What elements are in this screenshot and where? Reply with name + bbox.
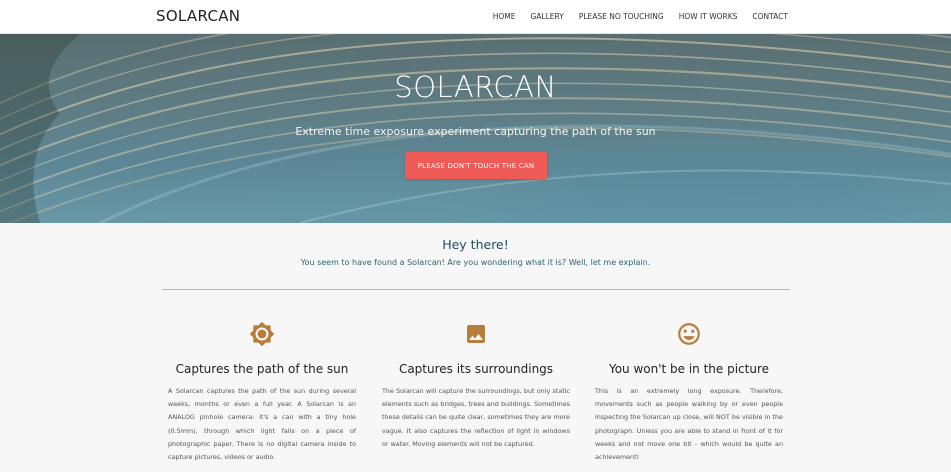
feature-title: You won't be in the picture <box>608 362 770 376</box>
feature-text: This is an extremely long exposure. Ther… <box>595 387 783 462</box>
feature-title: Captures its surroundings <box>398 362 554 376</box>
feature-title: Captures the path of the sun <box>175 362 349 376</box>
sun-icon <box>168 320 356 348</box>
hero-subtitle: Extreme time exposure experiment capturi… <box>295 125 656 138</box>
nav-link-gallery[interactable]: GALLERY <box>530 12 563 21</box>
nav-link-how-it-works[interactable]: HOW IT WORKS <box>679 12 738 21</box>
nav-link-please-no-touching[interactable]: PLEASE NO TOUCHING <box>579 12 664 21</box>
hero-section: SOLARCAN Extreme time exposure experimen… <box>0 34 951 223</box>
dont-touch-button[interactable]: PLEASE DON'T TOUCH THE CAN <box>405 152 547 179</box>
intro-title: Hey there! <box>442 237 509 252</box>
nav-menu: HOME GALLERY PLEASE NO TOUCHING HOW IT W… <box>478 12 788 21</box>
image-icon <box>382 320 570 348</box>
intro-text: You seem to have found a Solarcan! Are y… <box>300 258 651 267</box>
brand-logo[interactable]: SOLARCAN <box>156 7 240 25</box>
feature-text: The Solarcan will capture the surroundin… <box>382 387 570 448</box>
section-divider <box>162 289 790 290</box>
nav-link-contact[interactable]: CONTACT <box>752 12 788 21</box>
navbar: SOLARCAN HOME GALLERY PLEASE NO TOUCHING… <box>0 0 951 34</box>
feature-text: A Solarcan captures the path of the sun … <box>168 387 356 462</box>
smiley-icon <box>595 320 783 348</box>
nav-link-home[interactable]: HOME <box>493 12 516 21</box>
hero-title: SOLARCAN <box>394 70 557 104</box>
